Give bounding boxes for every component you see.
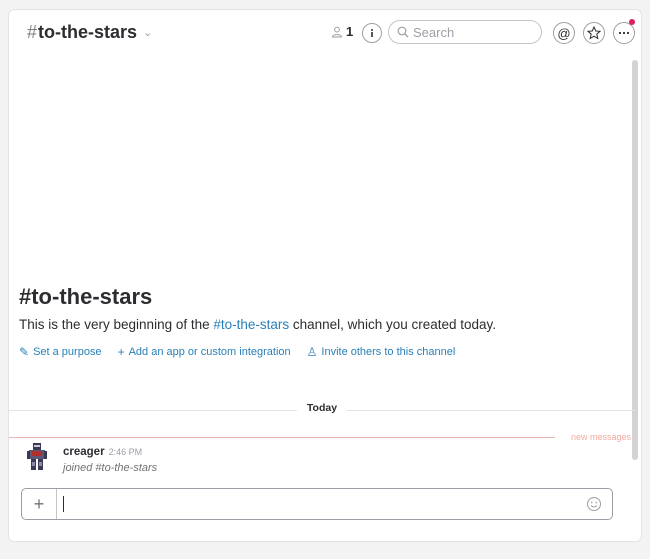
invite-others-label: Invite others to this channel <box>321 346 456 358</box>
intro-text-before: This is the very beginning of the <box>19 317 214 332</box>
search-input[interactable] <box>413 24 523 40</box>
channel-info-button[interactable] <box>362 23 382 43</box>
person-icon: ♙ <box>306 345 318 359</box>
intro-actions: ✎ Set a purpose + Add an app or custom i… <box>19 345 471 359</box>
at-icon: @ <box>557 25 571 41</box>
chevron-down-icon[interactable]: ⌄ <box>143 26 152 39</box>
message-header: creager 2:46 PM <box>63 442 157 460</box>
channel-name: to-the-stars <box>38 22 138 42</box>
invite-others-link[interactable]: ♙ Invite others to this channel <box>307 345 456 359</box>
person-icon <box>331 26 343 37</box>
add-integration-link[interactable]: + Add an app or custom integration <box>118 345 291 359</box>
star-button[interactable] <box>583 22 605 44</box>
star-icon <box>587 26 601 40</box>
intro-text: This is the very beginning of the #to-th… <box>19 317 496 332</box>
mentions-button[interactable]: @ <box>553 22 575 44</box>
message-username[interactable]: creager <box>63 446 105 458</box>
channel-hash: # <box>27 22 38 42</box>
message-scrollbar[interactable] <box>632 60 638 460</box>
more-actions-button[interactable] <box>613 22 635 44</box>
channel-window: # to-the-stars ⌄ 1 @ <box>8 9 642 542</box>
day-divider: Today <box>9 402 635 418</box>
ellipsis-icon <box>618 31 630 35</box>
member-count: 1 <box>346 24 354 39</box>
message-input[interactable] <box>64 495 564 513</box>
emoji-button[interactable] <box>586 496 602 517</box>
plus-icon: + <box>117 345 125 359</box>
day-divider-label: Today <box>296 402 348 414</box>
intro-text-after: channel, which you created today. <box>289 317 497 332</box>
channel-title[interactable]: # to-the-stars ⌄ <box>27 22 152 43</box>
set-purpose-label: Set a purpose <box>33 346 102 358</box>
avatar[interactable] <box>25 442 49 472</box>
pencil-icon: ✎ <box>19 345 30 359</box>
search-box[interactable] <box>388 20 542 44</box>
intro-channel-link[interactable]: #to-the-stars <box>213 317 289 332</box>
message-timestamp[interactable]: 2:46 PM <box>109 447 143 457</box>
message-composer: + <box>21 488 613 520</box>
message-body: creager 2:46 PM joined #to-the-stars <box>63 442 157 474</box>
message-item[interactable]: creager 2:46 PM joined #to-the-stars <box>25 440 605 476</box>
member-count-button[interactable]: 1 <box>331 24 353 39</box>
set-purpose-link[interactable]: ✎ Set a purpose <box>19 345 102 359</box>
attach-button[interactable]: + <box>22 489 57 519</box>
info-icon <box>371 29 373 37</box>
smiley-icon <box>587 497 601 511</box>
channel-header: # to-the-stars ⌄ 1 @ <box>9 10 641 54</box>
intro-title: #to-the-stars <box>19 284 153 309</box>
message-text: joined #to-the-stars <box>63 462 158 474</box>
new-messages-line <box>9 437 555 438</box>
search-icon <box>397 26 409 38</box>
plus-icon: + <box>33 493 45 514</box>
notification-dot <box>629 19 635 25</box>
add-integration-label: Add an app or custom integration <box>128 346 291 358</box>
